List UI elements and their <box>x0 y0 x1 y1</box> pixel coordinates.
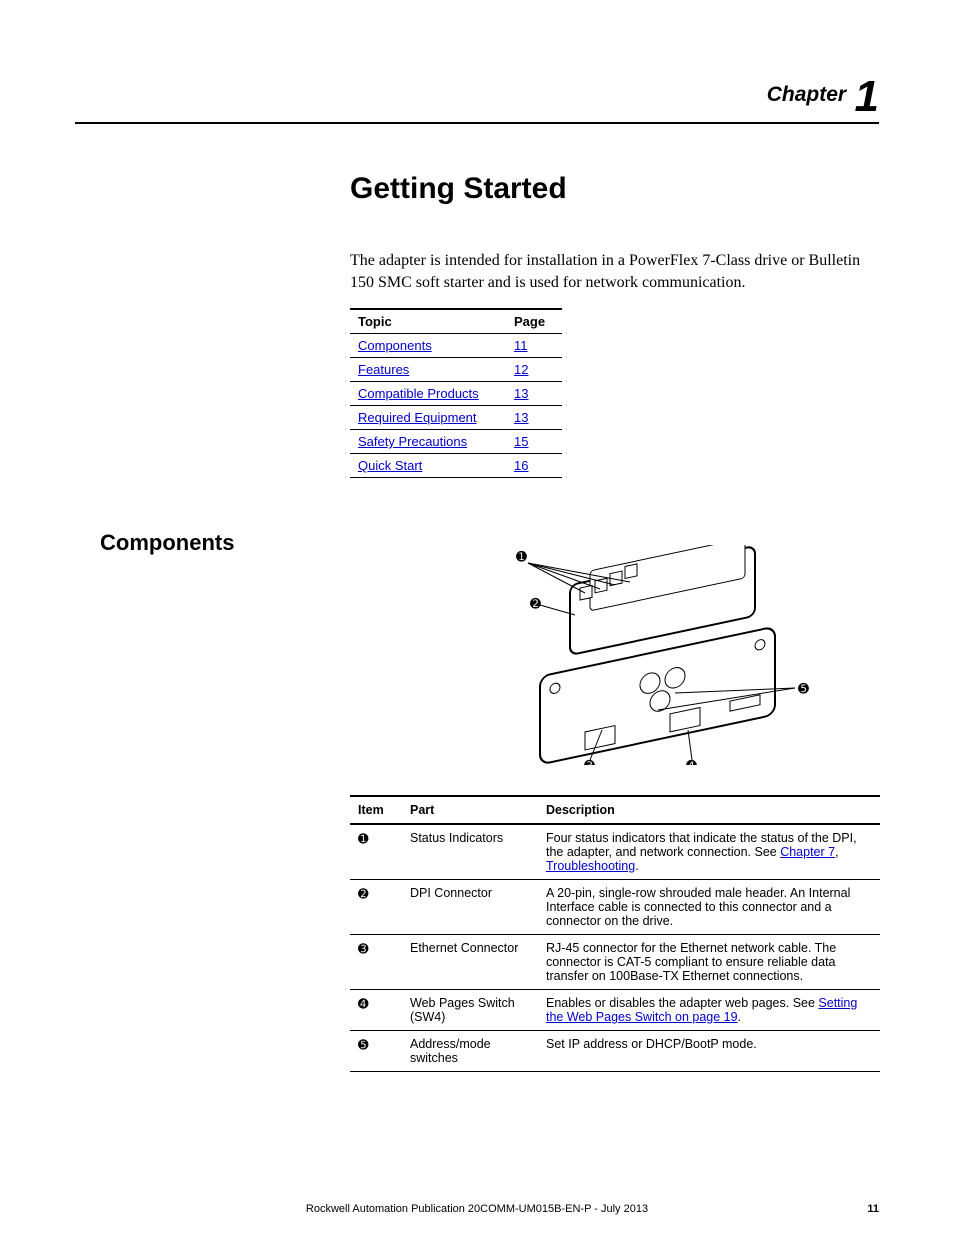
comp-part-ethernet-connector: Ethernet Connector <box>402 935 538 990</box>
toc-link-features[interactable]: Features <box>358 362 409 377</box>
comp-header-part: Part <box>402 796 538 824</box>
toc-row: Safety Precautions 15 <box>350 430 562 454</box>
footer-page-number: 11 <box>867 1203 879 1215</box>
toc-page-link[interactable]: 15 <box>514 434 528 449</box>
page: Chapter 1 Getting Started The adapter is… <box>0 0 954 1235</box>
section-heading-components: Components <box>100 530 234 556</box>
components-table: Item Part Description ➊ Status Indicator… <box>350 795 880 1072</box>
comp-row: ➌ Ethernet Connector RJ-45 connector for… <box>350 935 880 990</box>
link-troubleshooting[interactable]: Troubleshooting <box>546 859 635 873</box>
callout-3-icon: ➌ <box>584 758 595 765</box>
toc-link-safety-precautions[interactable]: Safety Precautions <box>358 434 467 449</box>
toc-row: Quick Start 16 <box>350 454 562 478</box>
page-title: Getting Started <box>350 172 567 206</box>
page-footer: Rockwell Automation Publication 20COMM-U… <box>0 1203 954 1215</box>
comp-part-web-pages-switch: Web Pages Switch (SW4) <box>402 990 538 1031</box>
comp-row: ➎ Address/mode switches Set IP address o… <box>350 1031 880 1072</box>
toc-row: Required Equipment 13 <box>350 406 562 430</box>
horizontal-rule <box>75 122 879 124</box>
toc-link-compatible-products[interactable]: Compatible Products <box>358 386 479 401</box>
comp-row: ➍ Web Pages Switch (SW4) Enables or disa… <box>350 990 880 1031</box>
toc-header-topic: Topic <box>350 309 506 334</box>
comp-desc: Set IP address or DHCP/BootP mode. <box>538 1031 880 1072</box>
chapter-header: Chapter 1 <box>767 72 879 122</box>
comp-item-5: ➎ <box>350 1031 402 1072</box>
comp-part-address-mode-switches: Address/mode switches <box>402 1031 538 1072</box>
toc-header-page: Page <box>506 309 562 334</box>
comp-desc: RJ-45 connector for the Ethernet network… <box>538 935 880 990</box>
comp-item-3: ➌ <box>350 935 402 990</box>
comp-header-item: Item <box>350 796 402 824</box>
toc-page-link[interactable]: 13 <box>514 386 528 401</box>
toc-link-quick-start[interactable]: Quick Start <box>358 458 422 473</box>
comp-item-1: ➊ <box>350 824 402 880</box>
toc-row: Features 12 <box>350 358 562 382</box>
comp-desc: A 20-pin, single-row shrouded male heade… <box>538 880 880 935</box>
toc-page-link[interactable]: 12 <box>514 362 528 377</box>
comp-header-desc: Description <box>538 796 880 824</box>
comp-desc: Enables or disables the adapter web page… <box>538 990 880 1031</box>
intro-paragraph: The adapter is intended for installation… <box>350 250 880 293</box>
toc-page-link[interactable]: 11 <box>514 338 528 353</box>
callout-5-icon: ➎ <box>798 681 809 696</box>
callout-2-icon: ➋ <box>530 596 541 611</box>
comp-item-2: ➋ <box>350 880 402 935</box>
link-chapter-7[interactable]: Chapter 7 <box>780 845 835 859</box>
comp-part-dpi-connector: DPI Connector <box>402 880 538 935</box>
toc-page-link[interactable]: 13 <box>514 410 528 425</box>
toc-row: Compatible Products 13 <box>350 382 562 406</box>
components-diagram: ➊ ➋ ➌ ➍ ➎ <box>500 545 820 765</box>
comp-part-status-indicators: Status Indicators <box>402 824 538 880</box>
toc-row: Components 11 <box>350 334 562 358</box>
chapter-number: 1 <box>855 72 879 121</box>
comp-row: ➊ Status Indicators Four status indicato… <box>350 824 880 880</box>
adapter-illustration-icon: ➊ ➋ ➌ ➍ ➎ <box>500 545 820 765</box>
comp-desc: Four status indicators that indicate the… <box>538 824 880 880</box>
topic-page-table: Topic Page Components 11 Features 12 Com… <box>350 308 562 478</box>
comp-item-4: ➍ <box>350 990 402 1031</box>
toc-link-components[interactable]: Components <box>358 338 432 353</box>
footer-publication-text: Rockwell Automation Publication 20COMM-U… <box>306 1203 648 1215</box>
toc-link-required-equipment[interactable]: Required Equipment <box>358 410 477 425</box>
callout-4-icon: ➍ <box>686 758 697 765</box>
chapter-label: Chapter <box>767 83 846 106</box>
comp-row: ➋ DPI Connector A 20-pin, single-row shr… <box>350 880 880 935</box>
callout-1-icon: ➊ <box>516 549 527 564</box>
toc-page-link[interactable]: 16 <box>514 458 528 473</box>
